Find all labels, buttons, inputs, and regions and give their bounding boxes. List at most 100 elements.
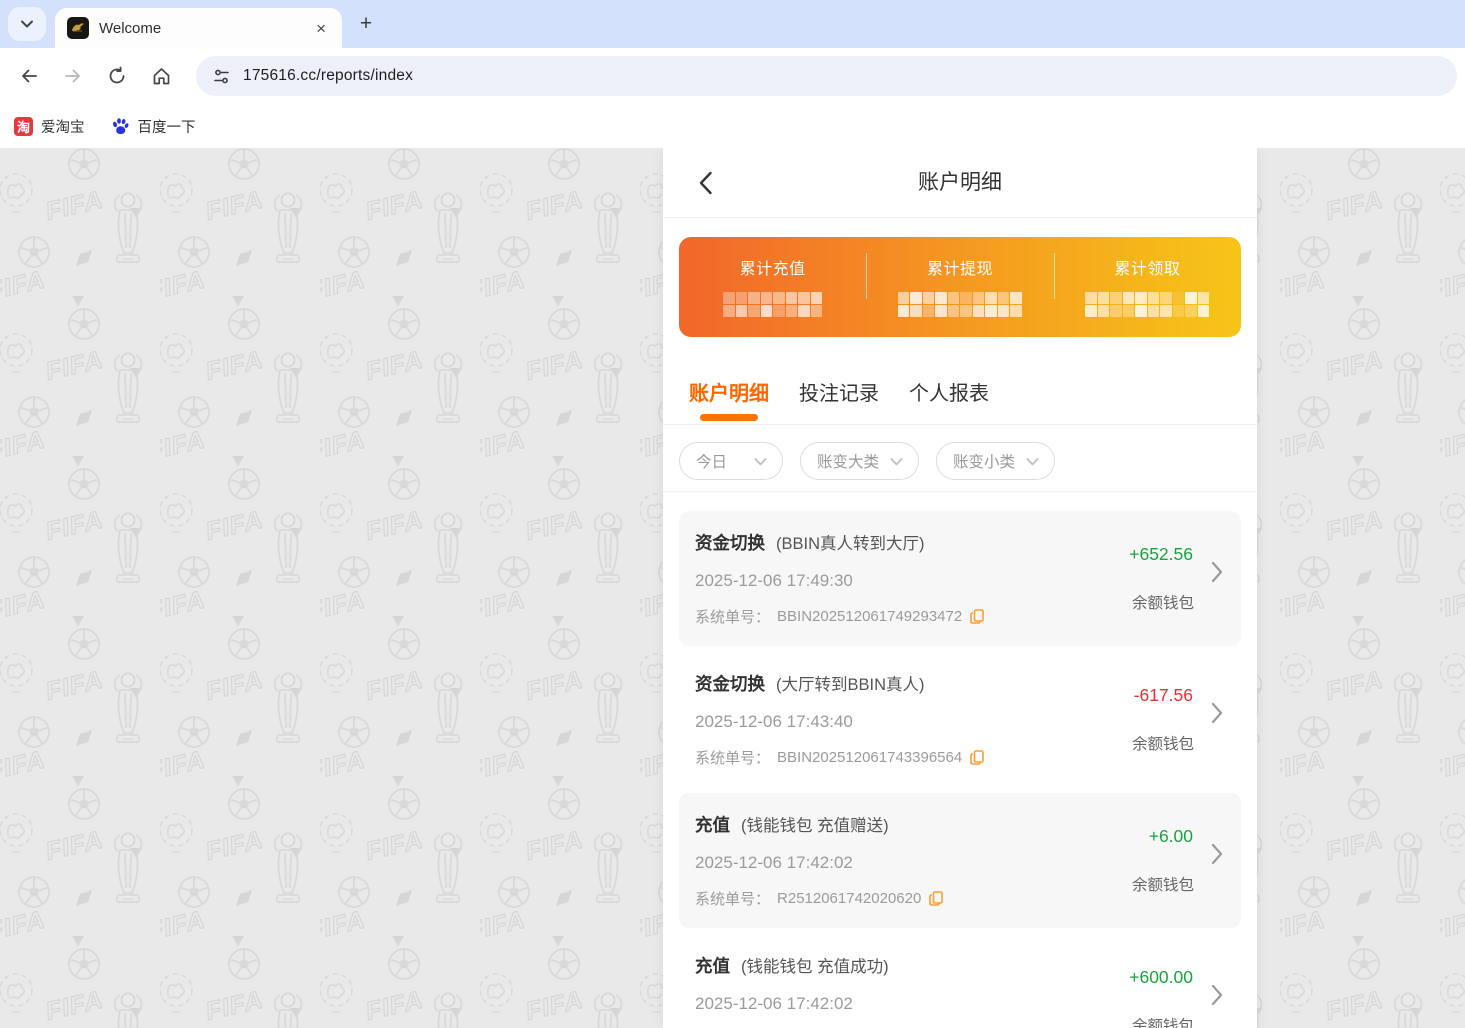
chevron-right-icon[interactable] <box>1211 843 1223 865</box>
wallet-label: 余额钱包 <box>1131 736 1194 753</box>
chevron-right-icon[interactable] <box>1211 702 1223 724</box>
stat-divider <box>1053 253 1055 299</box>
reload-icon <box>109 66 125 84</box>
order-number-label: 系统单号： <box>695 750 771 767</box>
chevron-left-icon <box>699 171 712 195</box>
bookmark-label: 爱淘宝 <box>41 119 85 136</box>
masked-block <box>997 305 1010 317</box>
masked-block <box>972 305 985 317</box>
new-tab-button[interactable]: + <box>352 10 380 38</box>
order-number-label: 系统单号： <box>695 891 771 908</box>
bookmark-label: 百度一下 <box>137 119 196 136</box>
back-arrow-icon <box>22 69 37 83</box>
chevron-right-icon[interactable] <box>1211 984 1223 1006</box>
filter-dropdown[interactable]: 账变大类 <box>800 442 919 480</box>
transaction-description: (大厅转到BBIN真人) <box>776 676 925 694</box>
masked-block <box>910 292 922 304</box>
masked-block <box>1085 305 1097 317</box>
transaction-datetime: 2025-12-06 17:42:02 <box>695 853 853 872</box>
masked-block <box>748 292 760 304</box>
masked-block <box>960 292 972 304</box>
transaction-type: 资金切换 <box>695 674 765 694</box>
masked-block <box>1185 305 1197 317</box>
site-favicon-icon <box>67 17 89 39</box>
browser-toolbar: 175616.cc/reports/index <box>0 48 1465 104</box>
transaction-type: 充值 <box>695 815 730 835</box>
masked-block <box>760 292 773 304</box>
bookmark-aitaobao[interactable]: 淘 爱淘宝 <box>14 116 85 137</box>
bookmarks-bar: 淘 爱淘宝 百度一下 <box>0 104 1465 148</box>
masked-block <box>897 292 910 304</box>
transaction-type: 充值 <box>695 956 730 976</box>
masked-block <box>997 292 1010 304</box>
chevron-right-icon[interactable] <box>1211 561 1223 583</box>
wallet-label: 余额钱包 <box>1131 595 1194 612</box>
tab-strip: Welcome × + <box>0 0 1465 48</box>
masked-block <box>972 292 985 304</box>
masked-block <box>1160 292 1172 304</box>
copy-icon[interactable] <box>969 749 986 766</box>
masked-value <box>1085 292 1210 317</box>
close-tab-icon[interactable]: × <box>312 18 330 39</box>
stat-total-deposit: 累计充值 <box>679 237 866 337</box>
baidu-icon <box>112 117 129 134</box>
masked-block <box>735 292 748 304</box>
masked-block <box>1097 305 1110 317</box>
report-tabs: 账户明细 投注记录 个人报表 <box>663 365 1257 425</box>
masked-block <box>985 305 997 317</box>
filter-row: 今日 账变大类 账变小类 <box>663 425 1257 492</box>
transaction-datetime: 2025-12-06 17:43:40 <box>695 712 853 731</box>
wallet-label: 余额钱包 <box>1131 877 1194 894</box>
masked-block <box>798 292 810 304</box>
stat-total-withdraw: 累计提现 <box>866 237 1053 337</box>
filter-label: 今日 <box>696 454 728 471</box>
masked-block <box>1122 292 1135 304</box>
transaction-amount: -617.56 <box>1133 685 1193 705</box>
masked-block <box>1197 292 1210 304</box>
home-button[interactable] <box>142 57 180 95</box>
wallet-label: 余额钱包 <box>1131 1018 1194 1028</box>
copy-icon[interactable] <box>969 608 986 625</box>
report-tab[interactable]: 账户明细 <box>687 365 771 424</box>
tab-search-button[interactable] <box>8 7 46 41</box>
masked-block <box>1010 292 1022 304</box>
reload-button[interactable] <box>98 57 136 95</box>
filter-dropdown[interactable]: 账变小类 <box>936 442 1055 480</box>
report-tab[interactable]: 投注记录 <box>797 365 881 424</box>
masked-block <box>1185 292 1197 304</box>
tab-title: Welcome <box>99 19 162 37</box>
transaction-row[interactable]: 充值 (钱能钱包 充值赠送) 2025-12-06 17:42:02 系统单号：… <box>679 793 1241 928</box>
copy-icon[interactable] <box>928 890 945 907</box>
transaction-row[interactable]: 资金切换 (大厅转到BBIN真人) 2025-12-06 17:43:40 系统… <box>679 652 1241 787</box>
transaction-row[interactable]: 资金切换 (BBIN真人转到大厅) 2025-12-06 17:49:30 系统… <box>679 511 1241 646</box>
transaction-amount: +652.56 <box>1129 544 1193 564</box>
back-chevron-button[interactable] <box>691 169 719 197</box>
browser-tab[interactable]: Welcome × <box>55 8 342 48</box>
order-number-value: BBIN202512061749293472 <box>777 608 963 625</box>
masked-block <box>960 305 972 317</box>
report-tab[interactable]: 个人报表 <box>907 365 991 424</box>
masked-block <box>735 305 748 317</box>
stat-label: 累计充值 <box>739 261 806 278</box>
masked-block <box>1010 305 1022 317</box>
masked-block <box>1135 292 1147 304</box>
account-detail-panel: 账户明细 累计充值 累计提现 累计领取 账户明细 投注记录 个人报表 今日 账变大类 <box>663 148 1257 1028</box>
masked-block <box>723 305 735 317</box>
masked-value <box>897 292 1022 317</box>
masked-block <box>1147 305 1160 317</box>
stat-label: 累计提现 <box>926 261 993 278</box>
order-number-label: 系统单号： <box>695 609 771 626</box>
order-number-value: BBIN202512061743396564 <box>777 749 963 766</box>
address-bar[interactable]: 175616.cc/reports/index <box>196 56 1457 96</box>
transaction-row[interactable]: 充值 (钱能钱包 充值成功) 2025-12-06 17:42:02 +600.… <box>679 934 1241 1028</box>
filter-dropdown[interactable]: 今日 <box>679 442 783 480</box>
back-button[interactable] <box>10 57 48 95</box>
bookmark-baidu[interactable]: 百度一下 <box>111 116 196 137</box>
stat-total-claimed: 累计领取 <box>1054 237 1241 337</box>
masked-block <box>897 305 910 317</box>
transaction-amount: +600.00 <box>1129 967 1193 987</box>
stat-label: 累计领取 <box>1114 261 1181 278</box>
transaction-description: (钱能钱包 充值赠送) <box>741 817 889 835</box>
transaction-description: (BBIN真人转到大厅) <box>776 535 925 553</box>
masked-block <box>798 305 810 317</box>
